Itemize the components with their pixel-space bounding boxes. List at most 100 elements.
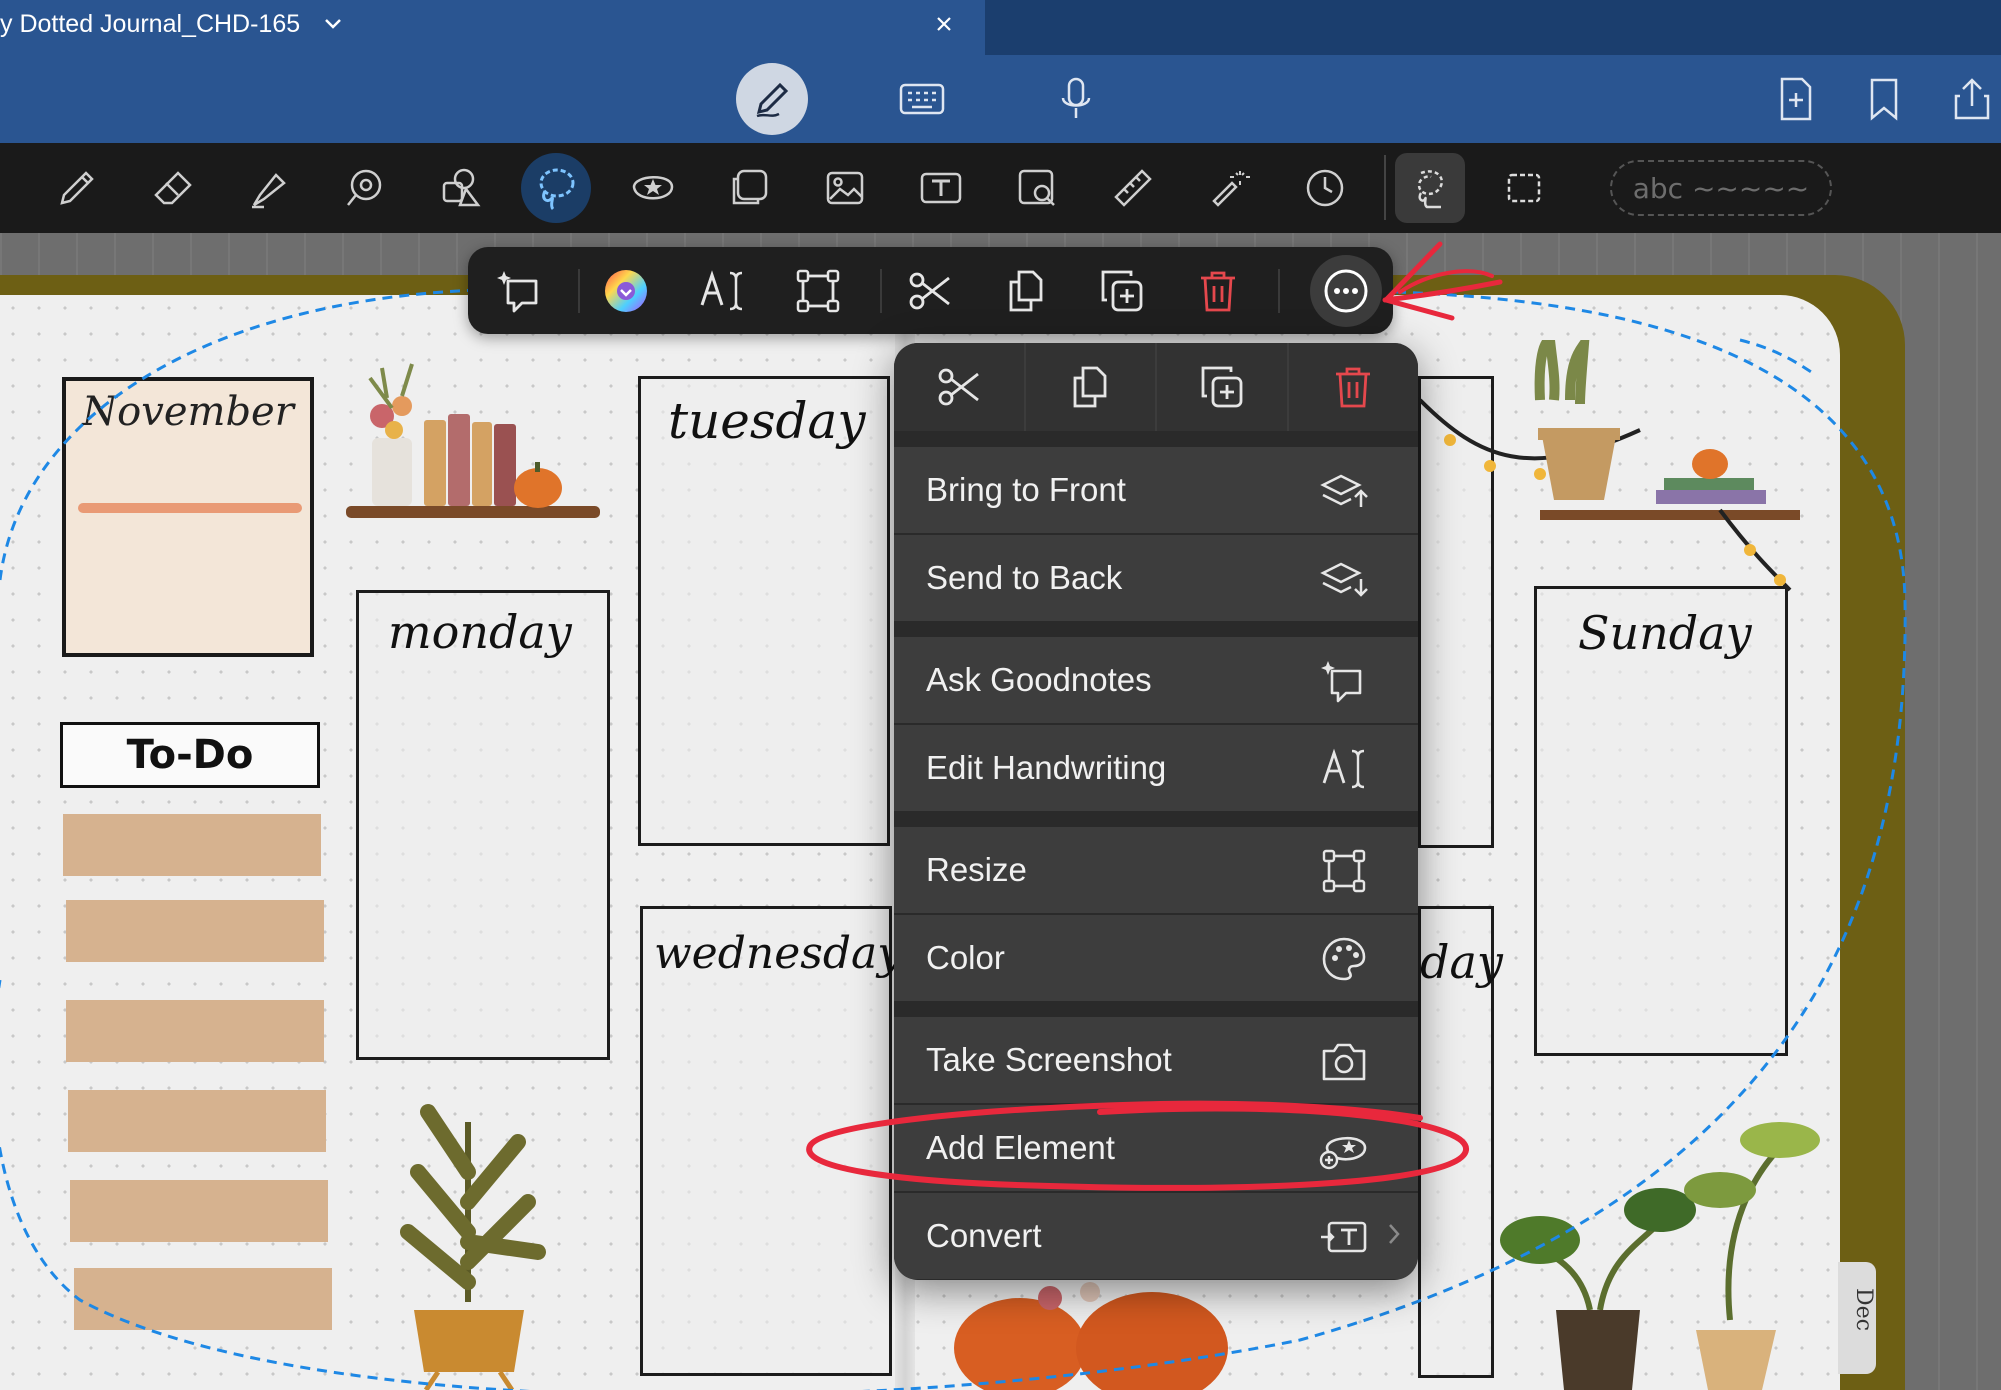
keyboard-icon (899, 83, 945, 115)
eraser-tool[interactable] (138, 153, 208, 223)
share-button[interactable] (1936, 63, 2001, 135)
more-options-button[interactable] (1310, 255, 1382, 327)
menu-item-label: Take Screenshot (926, 1041, 1172, 1078)
highlighter-tool[interactable] (234, 153, 304, 223)
books-flowers-shelf-sticker[interactable] (342, 358, 604, 528)
tab-bar-empty-area (985, 0, 2001, 55)
document-tab[interactable]: y Dotted Journal_CHD-165 (0, 0, 985, 55)
todo-line[interactable] (74, 1268, 332, 1330)
pen-icon (60, 171, 94, 205)
edit-handwriting-icon (1318, 743, 1370, 795)
menu-item-label: Add Element (926, 1129, 1115, 1166)
elements-tool[interactable] (618, 153, 688, 223)
scissors-icon (909, 272, 950, 310)
pen-tool[interactable] (42, 153, 112, 223)
menu-item-label: Convert (926, 1217, 1042, 1254)
todo-line[interactable] (68, 1090, 326, 1152)
calendar-sticker[interactable]: November (62, 377, 314, 657)
cut-button[interactable] (894, 255, 966, 327)
image-tool[interactable] (810, 153, 880, 223)
ask-goodnotes-icon (497, 271, 538, 313)
edit-handwriting-icon (700, 270, 743, 311)
palette-icon (1318, 933, 1370, 985)
lasso-tool[interactable] (521, 153, 591, 223)
menu-item-color[interactable]: Color (894, 915, 1418, 1001)
handwriting-lasso-chip[interactable]: abc ~~~~~ (1610, 160, 1832, 216)
chevron-down-icon[interactable] (322, 13, 344, 35)
menu-cut-button[interactable] (894, 343, 1026, 431)
copy-button[interactable] (990, 255, 1062, 327)
edit-handwriting-button[interactable] (686, 255, 758, 327)
menu-item-send-to-back[interactable]: Send to Back (894, 535, 1418, 621)
share-icon (1954, 78, 1990, 120)
shape-pen-icon (347, 169, 382, 206)
menu-delete-button[interactable] (1288, 343, 1418, 431)
menu-item-resize[interactable]: Resize (894, 827, 1418, 913)
wednesday-title: wednesday (654, 928, 903, 979)
add-page-button[interactable] (1760, 63, 1832, 135)
laser-pointer-icon (1212, 171, 1250, 207)
menu-item-convert[interactable]: Convert (894, 1193, 1418, 1279)
image-search-tool[interactable] (1002, 153, 1072, 223)
chevron-right-icon (1389, 1224, 1400, 1244)
delete-button[interactable] (1182, 255, 1254, 327)
laser-pointer-tool[interactable] (1194, 153, 1264, 223)
send-to-back-icon (1318, 553, 1370, 605)
menu-item-ask-goodnotes[interactable]: Ask Goodnotes (894, 637, 1418, 723)
menu-item-take-screenshot[interactable]: Take Screenshot (894, 1017, 1418, 1103)
houseplants-sticker[interactable] (1500, 1070, 1840, 1390)
close-tab-icon[interactable] (930, 10, 958, 38)
resize-button[interactable] (782, 255, 854, 327)
bookmark-button[interactable] (1848, 63, 1920, 135)
duplicate-button[interactable] (1086, 255, 1158, 327)
freeform-lasso-option[interactable] (1395, 153, 1465, 223)
partial-day-title: day (1420, 935, 1503, 989)
clock-icon (1306, 169, 1344, 207)
text-tool[interactable] (906, 153, 976, 223)
month-tab-dec[interactable]: Dec (1838, 1262, 1876, 1374)
plant-shelf-sticker[interactable] (1420, 340, 1800, 600)
sticky-note-tool[interactable] (714, 153, 784, 223)
more-options-menu: Bring to Front Send to Back Ask Goodnote… (894, 343, 1418, 1280)
copy-icon (1073, 366, 1107, 408)
todo-line[interactable] (70, 1180, 328, 1242)
resize-icon (796, 269, 840, 313)
menu-item-bring-to-front[interactable]: Bring to Front (894, 447, 1418, 533)
shape-recognition-tool[interactable] (330, 153, 400, 223)
todo-line[interactable] (66, 900, 324, 962)
sticky-note-icon (732, 169, 768, 205)
menu-item-add-element[interactable]: Add Element (894, 1105, 1418, 1191)
monday-box[interactable] (356, 590, 610, 1060)
convert-text-icon (1318, 1211, 1370, 1263)
menu-duplicate-button[interactable] (1157, 343, 1289, 431)
todo-line[interactable] (63, 814, 321, 876)
toolbar-divider (1384, 155, 1386, 220)
document-title[interactable]: y Dotted Journal_CHD-165 (0, 10, 300, 39)
duplicate-icon (1101, 270, 1143, 312)
dictation-button[interactable] (1040, 63, 1112, 135)
eraser-icon (154, 171, 192, 205)
scissors-icon (938, 368, 979, 406)
month-tab-label: Dec (1850, 1288, 1876, 1331)
keyboard-mode-button[interactable] (886, 63, 958, 135)
history-tool[interactable] (1290, 153, 1360, 223)
pencil-mode-button[interactable] (736, 63, 808, 135)
color-picker-button[interactable] (590, 255, 662, 327)
color-wheel-icon (605, 270, 647, 312)
todo-line[interactable] (66, 1000, 324, 1062)
text-box-icon (920, 172, 962, 204)
menu-copy-button[interactable] (1025, 343, 1157, 431)
rectangle-lasso-option[interactable] (1489, 153, 1559, 223)
pumpkins-sticker[interactable] (950, 1278, 1240, 1390)
ruler-tool[interactable] (1098, 153, 1168, 223)
camera-icon (1318, 1035, 1370, 1087)
lasso-icon (539, 168, 575, 211)
potted-plant-sticker[interactable] (378, 1082, 558, 1390)
shapes-tool[interactable] (426, 153, 496, 223)
trash-icon (1336, 367, 1371, 408)
menu-item-edit-handwriting[interactable]: Edit Handwriting (894, 725, 1418, 811)
ask-goodnotes-button[interactable] (484, 255, 556, 327)
shapes-icon (442, 168, 481, 207)
calendar-month-title: November (82, 389, 294, 435)
input-mode-bar (0, 55, 2001, 143)
